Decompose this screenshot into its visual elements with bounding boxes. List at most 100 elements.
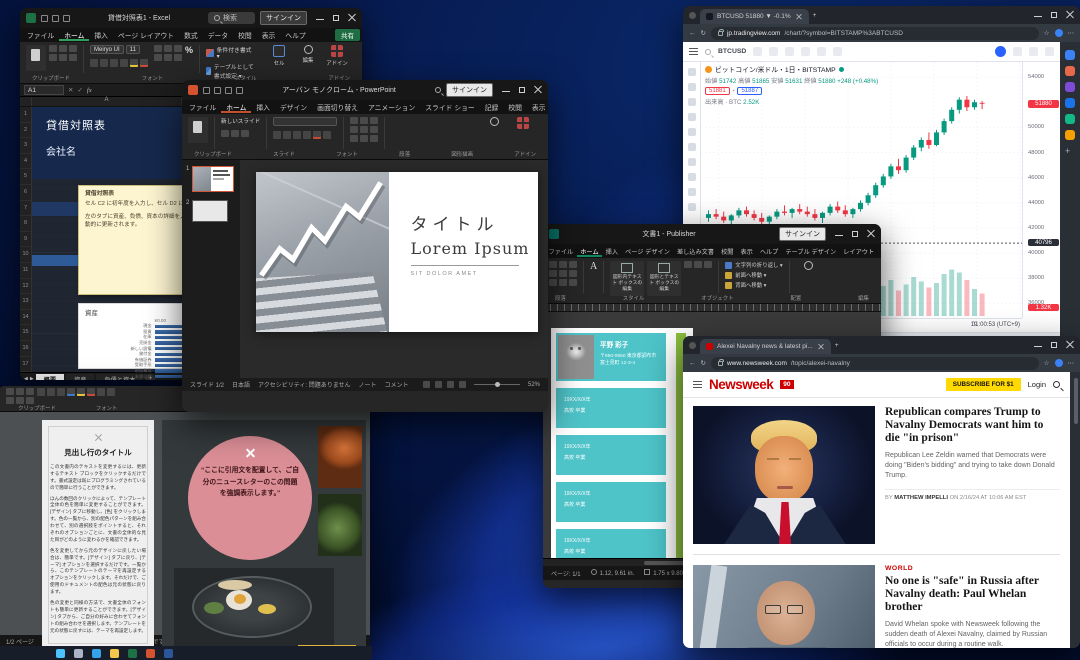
reload-icon[interactable]: ↻ xyxy=(701,29,706,37)
shape-edit-button[interactable]: 図形とテキスト ボックスの編集 xyxy=(647,261,681,296)
text-fit-button[interactable]: 図形内テキスト ボックスの編集 xyxy=(610,261,644,296)
profile-avatar[interactable] xyxy=(1055,359,1063,367)
browser-tab[interactable]: BTCUSD 51880 ▼ -0.1% xyxy=(700,9,809,24)
favorite-icon[interactable]: ☆ xyxy=(1044,359,1050,367)
bold-button[interactable] xyxy=(37,388,45,396)
ribbon-tab[interactable]: ファイル xyxy=(22,29,59,41)
row-number[interactable]: 17 xyxy=(20,357,31,373)
row-number[interactable]: 7 xyxy=(20,201,31,217)
slides-group[interactable]: 新しいスライド xyxy=(221,117,267,149)
border-button[interactable] xyxy=(120,59,128,67)
bold-button[interactable] xyxy=(90,59,98,67)
taskbar-powerpoint-icon[interactable] xyxy=(146,649,155,658)
underline-button[interactable] xyxy=(293,131,301,139)
newsweek-logo[interactable]: Newsweek xyxy=(709,377,773,392)
taskbar-explorer-icon[interactable] xyxy=(110,649,119,658)
row-number[interactable]: 14 xyxy=(20,310,31,326)
workspaces-icon[interactable] xyxy=(689,342,696,349)
font-size-select[interactable]: 11 xyxy=(126,45,140,54)
buy-button[interactable]: 51887 xyxy=(737,87,762,95)
bold-button[interactable] xyxy=(273,131,281,139)
timeline-block[interactable]: 19XX/X/X年高校 卒業 xyxy=(556,482,666,522)
maximize-icon[interactable] xyxy=(1050,341,1058,349)
paste-button[interactable] xyxy=(188,117,208,143)
word-page-1[interactable]: 見出し行のタイトル この文書内のテキストを変更するには、更新するテキスト ブロッ… xyxy=(42,420,154,648)
close-tab-icon[interactable] xyxy=(796,14,802,20)
quick-access-toolbar[interactable] xyxy=(41,15,70,22)
font-group[interactable]: Meiryo UI11 xyxy=(90,45,148,73)
minimize-icon[interactable] xyxy=(316,14,324,22)
close-icon[interactable] xyxy=(867,230,875,238)
sheet-tab[interactable]: 概要 xyxy=(36,374,64,381)
italic-button[interactable] xyxy=(47,388,55,396)
sheet-nav-right-icon[interactable]: ▶ xyxy=(30,376,34,380)
ribbon-tab[interactable]: 表示 xyxy=(737,246,756,257)
slide-thumbnail-2[interactable]: 2 xyxy=(186,200,236,222)
editing-button[interactable]: 編集 xyxy=(295,45,321,64)
styles-group[interactable]: 条件付き書式 ▾ テーブルとして書式設定 ▾ セルのスタイル ▾ xyxy=(206,45,260,73)
article-headline[interactable]: Republican compares Trump to Navalny Dem… xyxy=(885,406,1060,445)
slide-subtitle[interactable]: Lorem Ipsum xyxy=(411,239,538,258)
sidebar-app-icon[interactable] xyxy=(1065,66,1075,76)
article-2[interactable]: WORLD No one is "safe" in Russia after N… xyxy=(683,557,1070,648)
search-icon[interactable] xyxy=(1053,381,1060,388)
back-icon[interactable]: ← xyxy=(689,360,696,367)
accessibility-status[interactable]: アクセシビリティ: 問題ありません xyxy=(258,380,351,389)
slide-caption[interactable]: SIT DOLOR AMET xyxy=(411,271,538,277)
comments-button[interactable]: コメント xyxy=(385,380,409,389)
sidebar-app-icon[interactable] xyxy=(1065,114,1075,124)
session-clock[interactable]: 01:00:53 (UTC+9) xyxy=(972,322,1020,328)
word-page-2[interactable]: “ここに引用文を配置して、ご自分のニュースレターのこの問題を強調表示します。” xyxy=(162,420,366,648)
select-all-corner[interactable] xyxy=(20,97,32,106)
pull-quote-circle[interactable]: “ここに引用文を配置して、ご自分のニュースレターのこの問題を強調表示します。” xyxy=(188,436,312,560)
slide-thumbnail-1[interactable]: 1 xyxy=(186,166,236,192)
row-number[interactable]: 13 xyxy=(20,294,31,310)
column-header[interactable]: A xyxy=(32,97,182,106)
symbol-description[interactable]: ビットコイン/米ドル・1日・BITSTAMP xyxy=(715,64,836,74)
page-indicator[interactable]: ページ: 1/1 xyxy=(551,569,581,578)
whelan-photo[interactable] xyxy=(693,565,875,648)
enter-icon[interactable]: ✓ xyxy=(77,86,82,94)
profile-header-block[interactable]: 平野 彩子 〒950-0950 東京都調布市富士見町 12-3-4 xyxy=(556,333,666,381)
login-link[interactable]: Login xyxy=(1028,380,1046,389)
clipboard-group[interactable] xyxy=(188,117,215,149)
symbol-search-icon[interactable] xyxy=(705,49,711,55)
clipboard-group[interactable] xyxy=(26,45,84,73)
publisher-page[interactable]: 平野 彩子 〒950-0950 東京都調布市富士見町 12-3-4 19XX/X… xyxy=(551,328,693,558)
taskbar-excel-icon[interactable] xyxy=(128,649,137,658)
ribbon-tab[interactable]: ファイル xyxy=(184,101,221,113)
font-group[interactable] xyxy=(273,117,344,149)
fx-icon[interactable]: fx xyxy=(87,87,92,94)
candle-style-icon[interactable] xyxy=(769,47,778,56)
maximize-icon[interactable] xyxy=(332,14,340,22)
ribbon-tab[interactable]: 校閲 xyxy=(718,246,737,257)
row-number[interactable]: 10 xyxy=(20,247,31,263)
fullscreen-icon[interactable] xyxy=(1029,47,1038,56)
replay-icon[interactable] xyxy=(817,47,826,56)
highlight-button[interactable] xyxy=(77,388,85,396)
timeline-block[interactable]: 19XX/X/X年高校 卒業 xyxy=(556,435,666,475)
search-icon[interactable] xyxy=(435,87,441,93)
taskbar-edge-icon[interactable] xyxy=(92,649,101,658)
minimize-icon[interactable] xyxy=(1034,11,1042,19)
name-box[interactable]: A1 xyxy=(24,85,64,95)
slide-1[interactable]: タイトル Lorem Ipsum SIT DOLOR AMET xyxy=(256,172,538,332)
layout-icon[interactable] xyxy=(833,47,842,56)
sidebar-app-icon[interactable] xyxy=(1065,50,1075,60)
favorite-icon[interactable]: ☆ xyxy=(1044,29,1050,37)
slide-title[interactable]: タイトル xyxy=(411,210,538,235)
ribbon-tab[interactable]: 校閲 xyxy=(503,101,527,113)
indicators-icon[interactable] xyxy=(785,47,794,56)
arrange-group[interactable]: 文字列の折り返し ▾ 前面へ移動 ▾ 背面へ移動 ▾ xyxy=(725,261,789,293)
percent-style-button[interactable]: % xyxy=(185,45,193,55)
interval-button[interactable] xyxy=(753,47,762,56)
paragraph-group[interactable] xyxy=(549,261,584,293)
trump-photo[interactable] xyxy=(693,406,875,544)
close-icon[interactable] xyxy=(1066,341,1074,349)
horizontal-ruler[interactable] xyxy=(543,304,881,312)
ribbon-tab[interactable]: ホーム xyxy=(577,246,602,257)
bring-forward-button[interactable]: 前面へ移動 ▾ xyxy=(725,271,766,279)
ribbon-tab[interactable]: テーブル デザイン xyxy=(782,246,840,257)
char-spacing-button[interactable] xyxy=(323,131,331,139)
article-headline[interactable]: No one is "safe" in Russia after Navalny… xyxy=(885,575,1060,614)
